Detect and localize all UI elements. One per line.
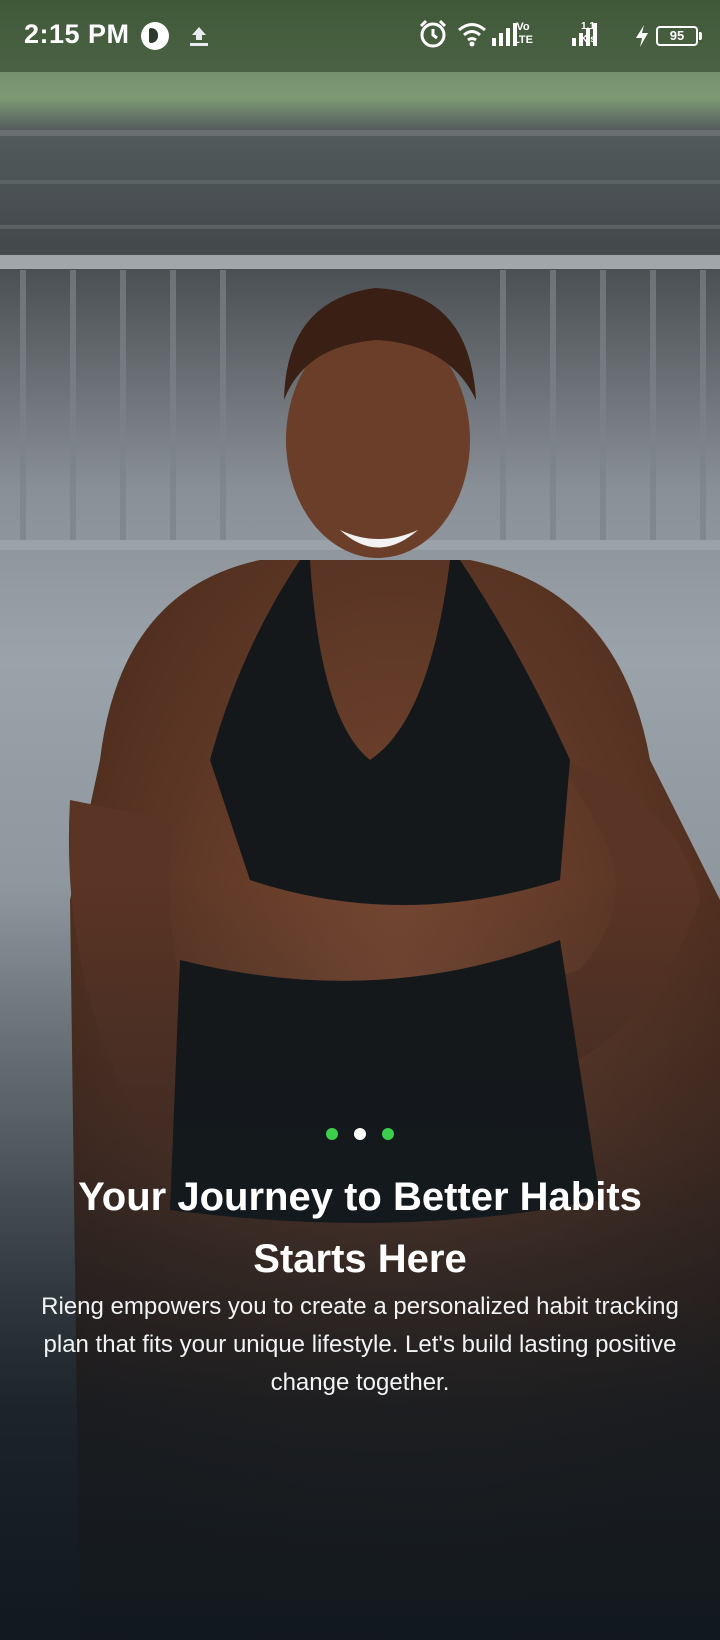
upload-icon — [190, 27, 208, 46]
onboarding-title: Your Journey to Better Habits Starts Her… — [78, 1175, 642, 1281]
lte-icon: Vo LTE — [513, 21, 533, 46]
alarm-icon — [419, 19, 447, 48]
status-bar: 2:15 PM Vo LTE 1.1 K/s 95 — [0, 0, 720, 72]
page-indicator — [0, 1128, 720, 1140]
onboarding-screen: 2:15 PM Vo LTE 1.1 K/s 95 Your Journey t… — [0, 0, 720, 1640]
page-indicator-dot[interactable] — [326, 1128, 338, 1140]
page-indicator-dot[interactable] — [382, 1128, 394, 1140]
app-icon — [141, 22, 169, 50]
page-indicator-dot[interactable] — [354, 1128, 366, 1140]
battery-icon: 95 — [656, 26, 702, 46]
battery-level: 95 — [669, 28, 685, 43]
wifi-icon — [458, 23, 486, 47]
net-speed: 1.1 K/s — [580, 21, 596, 45]
onboarding-description: Rieng empowers you to create a personali… — [41, 1293, 679, 1396]
status-icons: Vo LTE 1.1 K/s 95 — [418, 18, 702, 54]
status-time: 2:15 PM — [24, 19, 130, 49]
charging-icon — [636, 25, 648, 47]
